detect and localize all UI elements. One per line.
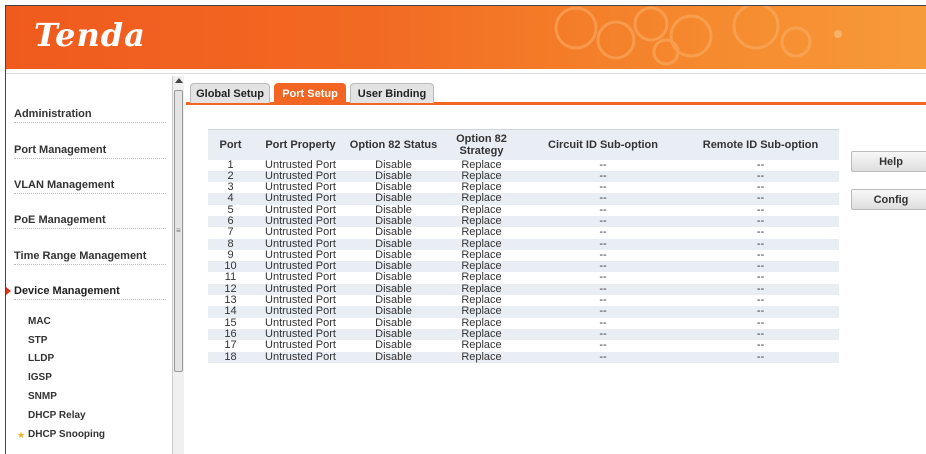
help-button[interactable]: Help [851, 151, 926, 172]
cell-circuit-id: -- [599, 339, 607, 352]
scroll-thumb[interactable]: ≡ [174, 90, 183, 372]
tab-bar: Global Setup Port Setup User Binding [186, 83, 926, 105]
scroll-grip-icon: ≡ [176, 226, 181, 235]
sidebar-item-administration[interactable]: Administration [14, 108, 166, 123]
header-remote-id: Remote ID Sub-option [682, 129, 839, 160]
sidebar-item-label: VLAN Management [14, 179, 115, 191]
cell-option82-status: Disable [348, 306, 439, 318]
cell-port-property: Untrusted Port [265, 226, 336, 239]
sidebar-scrollbar[interactable]: ≡ [172, 76, 184, 454]
cell-remote-id: -- [756, 226, 765, 239]
sidebar-item-label: Time Range Management [14, 250, 147, 262]
cell-option82-strategy: Replace [461, 226, 502, 239]
sidebar-item-label: Device Management [14, 285, 120, 297]
sidebar-item-device-management[interactable]: Device Management [6, 285, 166, 300]
subitem-igsp[interactable]: IGSP [28, 372, 52, 383]
sidebar-item-time-range-management[interactable]: Time Range Management [14, 250, 166, 265]
table-row[interactable]: 17 Untrusted Port Disable Replace -- -- [208, 339, 839, 352]
scroll-up-arrow-icon[interactable] [175, 78, 183, 83]
table-row[interactable]: 7 Untrusted Port Disable Replace -- -- [208, 226, 839, 239]
active-star-icon: ★ [17, 430, 26, 440]
cell-port: 18 [208, 351, 253, 363]
table-row[interactable]: 18 Untrusted Port Disable Replace -- -- [208, 351, 839, 363]
cell-option82-status: Disable [348, 351, 439, 363]
cell-option82-status: Disable [375, 339, 412, 352]
cell-remote-id: -- [682, 193, 839, 205]
tab-global-setup[interactable]: Global Setup [190, 83, 270, 103]
table-header-row: Port Port Property Option 82 Status Opti… [208, 129, 839, 160]
tenda-logo: Tenda [34, 16, 146, 54]
table-body: 1 Untrusted Port Disable Replace -- -- 2 Untrus… [208, 159, 839, 363]
cell-circuit-id: -- [524, 351, 682, 363]
cell-port-property: Untrusted Port [265, 339, 336, 352]
subitem-lldp[interactable]: LLDP [28, 353, 54, 364]
cell-option82-status: Disable [375, 226, 412, 239]
cell-port: 17 [224, 339, 237, 352]
header-port-property: Port Property [253, 129, 348, 160]
tab-port-setup[interactable]: Port Setup [274, 83, 346, 103]
table-row[interactable]: 4 Untrusted Port Disable Replace -- -- [208, 193, 839, 205]
sidebar-item-label: Administration [14, 108, 92, 120]
cell-port-property: Untrusted Port [253, 351, 348, 363]
subitem-dhcp-relay[interactable]: DHCP Relay [28, 410, 86, 421]
cell-port-property: Untrusted Port [253, 193, 348, 205]
subitem-mac[interactable]: MAC [28, 316, 51, 327]
sidebar-item-port-management[interactable]: Port Management [14, 144, 166, 159]
header-circuit-id: Circuit ID Sub-option [524, 129, 682, 160]
sidebar-item-poe-management[interactable]: PoE Management [14, 214, 166, 229]
cell-circuit-id: -- [524, 306, 682, 318]
cell-option82-strategy: Replace [439, 351, 524, 363]
cell-port: 7 [227, 226, 234, 239]
port-setup-table: Port Port Property Option 82 Status Opti… [208, 129, 839, 363]
header-option82-status: Option 82 Status [348, 129, 439, 160]
cell-port-property: Untrusted Port [253, 306, 348, 318]
header-option82-strategy: Option 82 Strategy [439, 129, 524, 160]
subitem-snmp[interactable]: SNMP [28, 391, 57, 402]
cell-port: 14 [208, 306, 253, 318]
cell-remote-id: -- [756, 339, 765, 352]
header-decoration [554, 6, 842, 66]
cell-circuit-id: -- [524, 193, 682, 205]
cell-port: 4 [208, 193, 253, 205]
cell-option82-strategy: Replace [439, 193, 524, 205]
header-banner: Tenda [6, 6, 926, 69]
sidebar: Administration Port Management VLAN Mana… [6, 74, 172, 454]
cell-remote-id: -- [682, 351, 839, 363]
active-arrow-icon [6, 287, 11, 295]
tab-user-binding[interactable]: User Binding [350, 83, 434, 103]
config-button[interactable]: Config [851, 189, 926, 210]
subitem-stp[interactable]: STP [28, 335, 47, 346]
cell-option82-strategy: Replace [461, 339, 502, 352]
table-row[interactable]: 14 Untrusted Port Disable Replace -- -- [208, 306, 839, 318]
subitem-dhcp-snooping[interactable]: DHCP Snooping [28, 429, 105, 440]
header-port: Port [208, 129, 253, 160]
cell-option82-strategy: Replace [439, 306, 524, 318]
cell-remote-id: -- [682, 306, 839, 318]
app-frame: Tenda Administration Port Management VLA… [5, 5, 926, 454]
sidebar-item-label: Port Management [14, 144, 107, 156]
sidebar-item-vlan-management[interactable]: VLAN Management [14, 179, 166, 194]
cell-option82-status: Disable [348, 193, 439, 205]
sidebar-item-label: PoE Management [14, 214, 106, 226]
cell-circuit-id: -- [599, 226, 607, 239]
